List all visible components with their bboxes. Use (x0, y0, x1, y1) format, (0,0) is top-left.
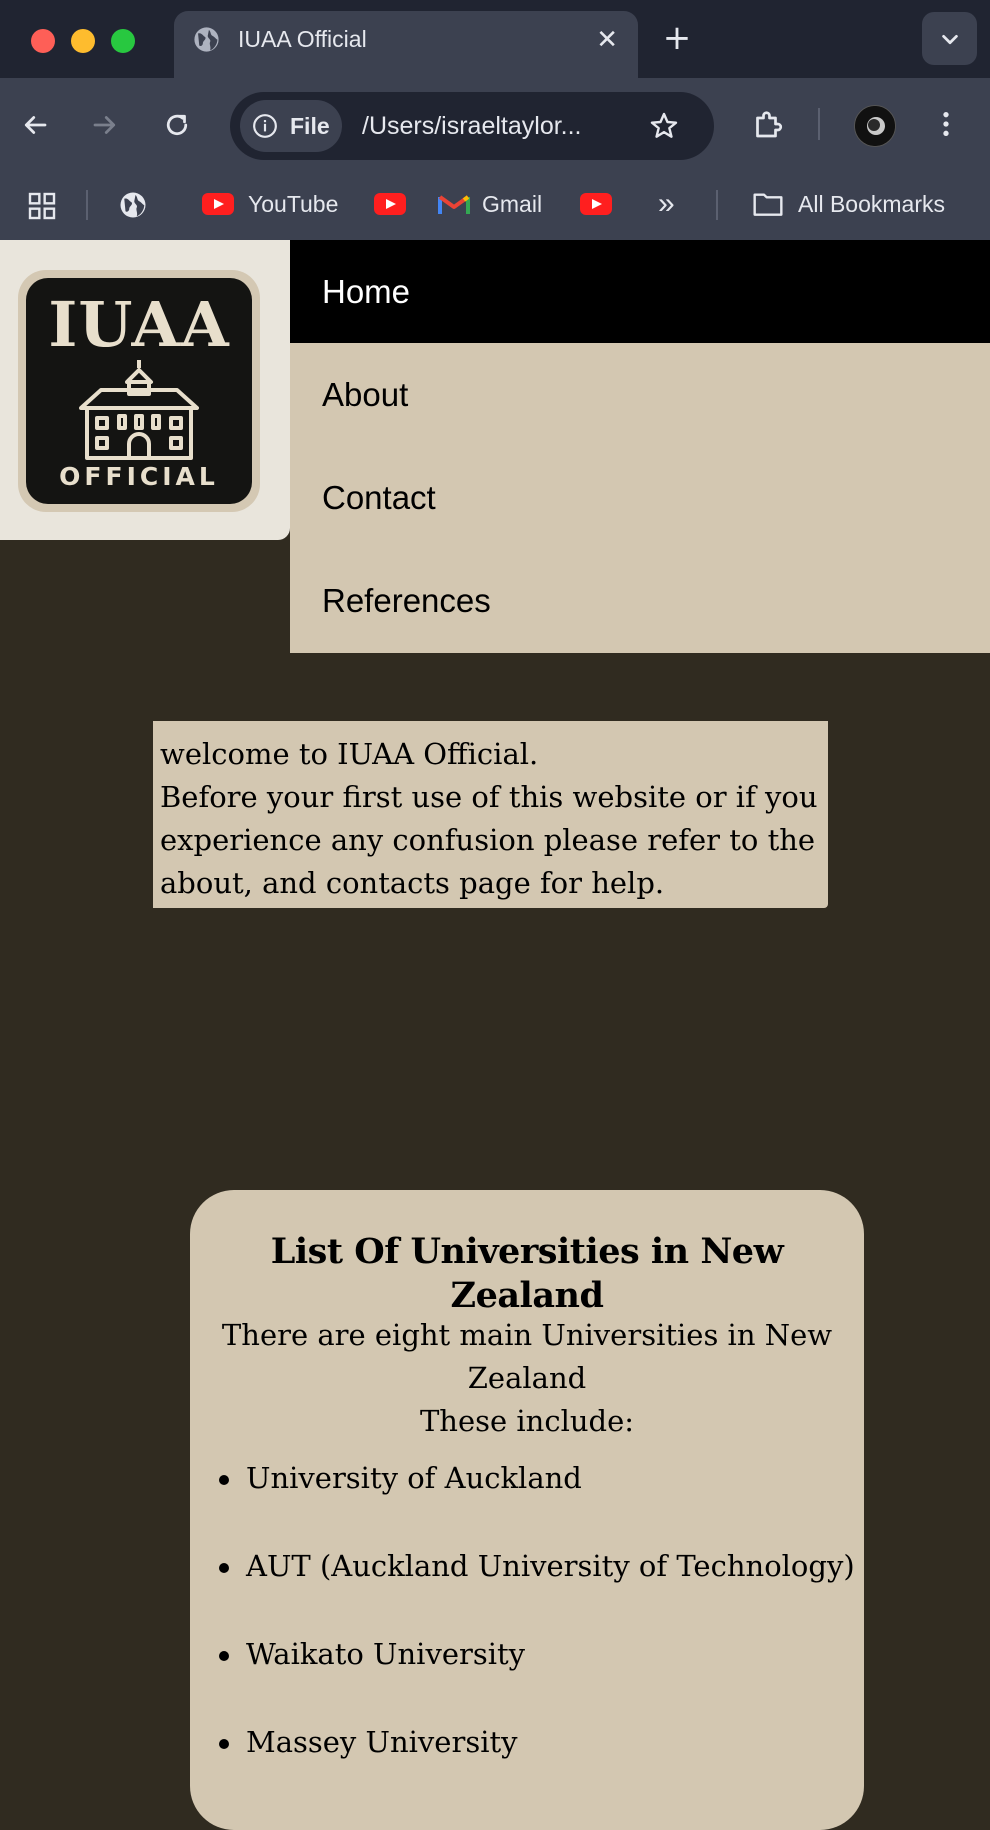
universities-intro-line-2: These include: (419, 1404, 635, 1438)
extensions-puzzle-icon[interactable] (750, 106, 786, 142)
universities-intro: There are eight main Universities in New… (210, 1314, 844, 1443)
minimize-window-button[interactable] (71, 29, 95, 53)
universities-title: List Of Universities in New Zealand (270, 1231, 784, 1316)
all-bookmarks-label: All Bookmarks (798, 190, 945, 217)
browser-tab[interactable]: IUAA Official ✕ (174, 11, 638, 78)
folder-icon (753, 193, 783, 216)
tab-title: IUAA Official (238, 26, 367, 52)
reload-icon[interactable] (162, 110, 192, 140)
logo-badge: IUAA OFFICIAL (26, 278, 252, 504)
globe-icon (194, 27, 219, 52)
welcome-help-text: Before your first use of this website or… (160, 780, 818, 900)
profile-avatar[interactable] (854, 105, 896, 147)
close-tab-icon[interactable]: ✕ (596, 27, 618, 53)
close-window-button[interactable] (31, 29, 55, 53)
browser-chrome: IUAA Official ✕ + File /Users/israeltayl (0, 0, 990, 240)
toolbar-separator (818, 108, 820, 140)
gmail-icon (438, 195, 470, 214)
bookmark-youtube-2[interactable] (374, 184, 406, 224)
youtube-icon (374, 193, 406, 215)
avatar-icon (855, 106, 895, 146)
info-icon (253, 114, 277, 138)
new-tab-button[interactable]: + (662, 18, 692, 58)
logo-top-text: IUAA (48, 288, 230, 361)
list-item: AUT (Auckland University of Technology) (219, 1546, 855, 1586)
nav-item-contact[interactable]: Contact (290, 446, 990, 549)
nav-item-home[interactable]: Home (290, 240, 990, 343)
bookmark-youtube-3[interactable] (580, 184, 612, 224)
nav-item-about[interactable]: About (290, 343, 990, 446)
building-icon (79, 360, 199, 460)
back-arrow-icon[interactable] (20, 110, 50, 140)
bookmark-youtube[interactable]: YouTube (202, 184, 338, 224)
more-vertical-icon[interactable] (930, 108, 962, 140)
list-item: University of Auckland (219, 1458, 855, 1498)
forward-arrow-icon[interactable] (90, 110, 120, 140)
universities-intro-line: There are eight main Universities in New… (221, 1318, 833, 1395)
bookmark-separator (86, 190, 88, 220)
maximize-window-button[interactable] (111, 29, 135, 53)
list-item: Massey University (219, 1722, 855, 1762)
logo-container: IUAA OFFICIAL (0, 240, 290, 540)
url-text[interactable]: /Users/israeltaylor... (362, 109, 582, 143)
list-item: Waikato University (219, 1634, 855, 1674)
youtube-icon (202, 193, 234, 215)
site-info-chip[interactable]: File (240, 100, 342, 152)
welcome-line: welcome to IUAA Official. (160, 737, 539, 771)
universities-list: University of Auckland AUT (Auckland Uni… (219, 1458, 855, 1810)
bookmarks-bar: YouTube Gmail » All Bookmarks (0, 170, 990, 240)
bookmark-separator (716, 190, 718, 220)
tab-strip: IUAA Official ✕ + (0, 0, 990, 78)
bookmark-label: Gmail (482, 190, 543, 217)
tab-search-button[interactable] (922, 12, 977, 65)
all-bookmarks-button[interactable]: All Bookmarks (752, 184, 945, 224)
welcome-box: welcome to IUAA Official. Before your fi… (153, 721, 828, 908)
nav-item-references[interactable]: References (290, 549, 990, 652)
youtube-icon (580, 193, 612, 215)
bookmark-gmail[interactable]: Gmail (438, 184, 542, 224)
file-chip-label: File (290, 113, 330, 139)
chevron-down-icon (942, 34, 958, 45)
universities-card: List Of Universities in New Zealand Ther… (190, 1190, 864, 1830)
bookmark-star-icon[interactable] (648, 110, 680, 142)
address-bar[interactable]: File /Users/israeltaylor... (230, 92, 714, 160)
logo-bottom-text: OFFICIAL (59, 462, 219, 491)
bookmark-label: YouTube (248, 190, 339, 217)
globe-icon[interactable] (118, 190, 148, 220)
apps-grid-icon[interactable] (26, 190, 58, 222)
main-navigation: Home About Contact References (290, 240, 990, 653)
more-bookmarks-button[interactable]: » (658, 184, 675, 224)
iuaa-logo[interactable]: IUAA OFFICIAL (18, 270, 260, 512)
